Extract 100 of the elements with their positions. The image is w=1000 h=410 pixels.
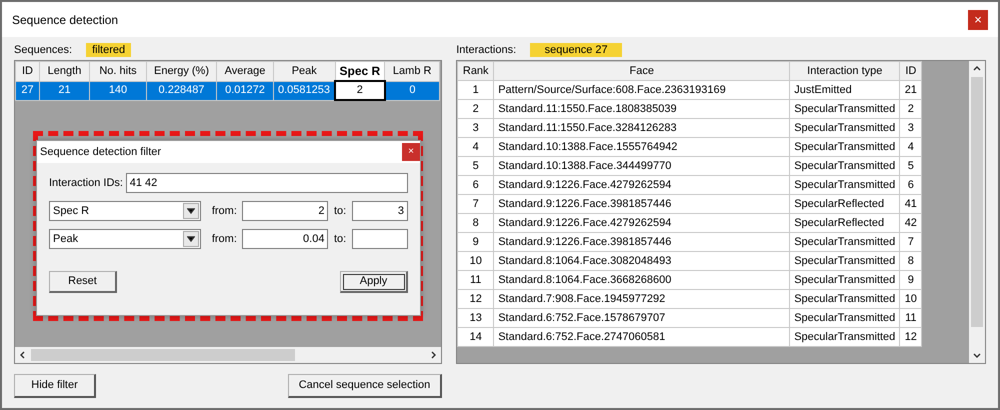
to-label: to:: [334, 204, 346, 219]
dropdown-arrow-icon[interactable]: [186, 235, 195, 243]
column-header[interactable]: Spec R: [335, 62, 385, 81]
sequences-label: Sequences:: [14, 42, 72, 58]
table-cell: 14: [458, 328, 494, 346]
table-cell: 9: [900, 270, 922, 290]
to-input-field[interactable]: 3: [352, 201, 408, 221]
from-label: from:: [212, 232, 237, 247]
ids-label: Interaction IDs:: [49, 176, 123, 191]
scroll-right-icon[interactable]: [429, 351, 438, 359]
dialog-button[interactable]: Apply: [340, 271, 408, 293]
column-header[interactable]: Length: [40, 62, 90, 81]
from-label: from:: [212, 204, 237, 219]
table-cell: Standard.9:1226.Face.4279262594: [494, 214, 790, 232]
from-input-field[interactable]: 2: [242, 201, 328, 221]
from-input-field[interactable]: 0.04: [242, 229, 328, 249]
table-cell: SpecularReflected: [790, 194, 900, 214]
table-cell: 6: [458, 176, 494, 194]
table-cell: 11: [458, 270, 494, 290]
table-cell: 0.0581253: [274, 81, 335, 100]
table-cell: Standard.9:1226.Face.4279262594: [494, 176, 790, 194]
action-button[interactable]: Hide filter: [14, 374, 96, 398]
vertical-scrollbar[interactable]: [969, 61, 985, 363]
table-cell: 42: [900, 214, 922, 232]
dialog-button[interactable]: Reset: [49, 271, 117, 293]
column-header[interactable]: Interaction type: [790, 62, 900, 80]
horizontal-scrollbar[interactable]: [15, 347, 442, 363]
table-cell: Standard.11:1550.Face.1808385039: [494, 100, 790, 118]
table-cell: 0.01272: [216, 81, 274, 100]
table-cell: Standard.8:1064.Face.3082048493: [494, 252, 790, 270]
table-cell: 0: [384, 81, 440, 100]
table-cell: 1: [458, 80, 494, 100]
action-button[interactable]: Cancel sequence selection: [288, 374, 442, 398]
filter-status-badge: filtered: [86, 43, 132, 57]
table-cell: 8: [900, 252, 922, 270]
table-cell: SpecularTransmitted: [790, 232, 900, 252]
table-cell: SpecularTransmitted: [790, 290, 900, 308]
table-cell: Standard.8:1064.Face.3668268600: [494, 270, 790, 290]
table-cell: SpecularReflected: [790, 214, 900, 232]
table-cell: 21: [40, 81, 90, 100]
table-cell: 13: [458, 308, 494, 328]
table-cell: SpecularTransmitted: [790, 118, 900, 138]
table-cell: 0.228487: [146, 81, 216, 100]
scroll-down-icon[interactable]: [973, 351, 981, 359]
table-cell: Standard.9:1226.Face.3981857446: [494, 194, 790, 214]
column-header[interactable]: Face: [494, 62, 790, 80]
scroll-up-icon[interactable]: [973, 65, 981, 73]
table-cell: SpecularTransmitted: [790, 308, 900, 328]
sequence-row[interactable]: 27 21 140 0.228487 0.01272 0.0581253 2 0: [16, 81, 440, 100]
table-cell: SpecularTransmitted: [790, 176, 900, 194]
sequence-badge: sequence 27: [530, 43, 622, 57]
ids-input-field[interactable]: 41 42: [126, 173, 408, 193]
table-cell: SpecularTransmitted: [790, 156, 900, 176]
interactions-label: Interactions:: [456, 42, 516, 58]
table-cell: SpecularTransmitted: [790, 270, 900, 290]
table-cell: 8: [458, 214, 494, 232]
table-cell: Standard.7:908.Face.1945977292: [494, 290, 790, 308]
field-dropdown[interactable]: Peak: [49, 229, 201, 249]
dropdown-arrow-icon[interactable]: [186, 207, 195, 215]
table-cell: 3: [458, 118, 494, 138]
column-header[interactable]: Peak: [274, 62, 335, 81]
to-input-field[interactable]: [352, 229, 408, 249]
close-button[interactable]: ×: [402, 143, 420, 161]
table-cell: SpecularTransmitted: [790, 252, 900, 270]
table-cell: 41: [900, 194, 922, 214]
table-cell: 12: [458, 290, 494, 308]
table-cell: Standard.6:752.Face.1578679707: [494, 308, 790, 328]
table-cell: Standard.11:1550.Face.3284126283: [494, 118, 790, 138]
table-cell: Standard.9:1226.Face.3981857446: [494, 232, 790, 252]
table-cell: SpecularTransmitted: [790, 138, 900, 156]
field-dropdown[interactable]: Spec R: [49, 201, 201, 221]
table-cell: 2: [900, 100, 922, 118]
table-cell: 6: [900, 176, 922, 194]
window-title: Sequence detection: [12, 12, 118, 28]
table-cell: 4: [900, 138, 922, 156]
table-cell: 27: [16, 81, 40, 100]
column-header[interactable]: Average: [216, 62, 274, 81]
edit-cell[interactable]: 2: [335, 81, 385, 100]
to-label: to:: [334, 232, 346, 247]
close-button[interactable]: ×: [968, 10, 988, 30]
column-header[interactable]: Energy (%): [146, 62, 216, 81]
table-cell: SpecularTransmitted: [790, 328, 900, 346]
table-cell: 11: [900, 308, 922, 328]
table-cell: 2: [458, 100, 494, 118]
table-cell: 140: [90, 81, 146, 100]
table-cell: 9: [458, 232, 494, 252]
column-header[interactable]: Rank: [458, 62, 494, 80]
dialog-title: Sequence detection filter: [40, 144, 162, 160]
table-cell: 5: [458, 156, 494, 176]
scroll-left-icon[interactable]: [19, 351, 27, 359]
column-header[interactable]: ID: [16, 62, 40, 81]
table-cell: 12: [900, 328, 922, 346]
table-cell: JustEmitted: [790, 80, 900, 100]
table-cell: 5: [900, 156, 922, 176]
column-header[interactable]: No. hits: [90, 62, 146, 81]
column-header[interactable]: Lamb R: [384, 62, 440, 81]
table-cell: 3: [900, 118, 922, 138]
column-header[interactable]: ID: [900, 62, 922, 80]
table-cell: SpecularTransmitted: [790, 100, 900, 118]
table-cell: 10: [900, 290, 922, 308]
